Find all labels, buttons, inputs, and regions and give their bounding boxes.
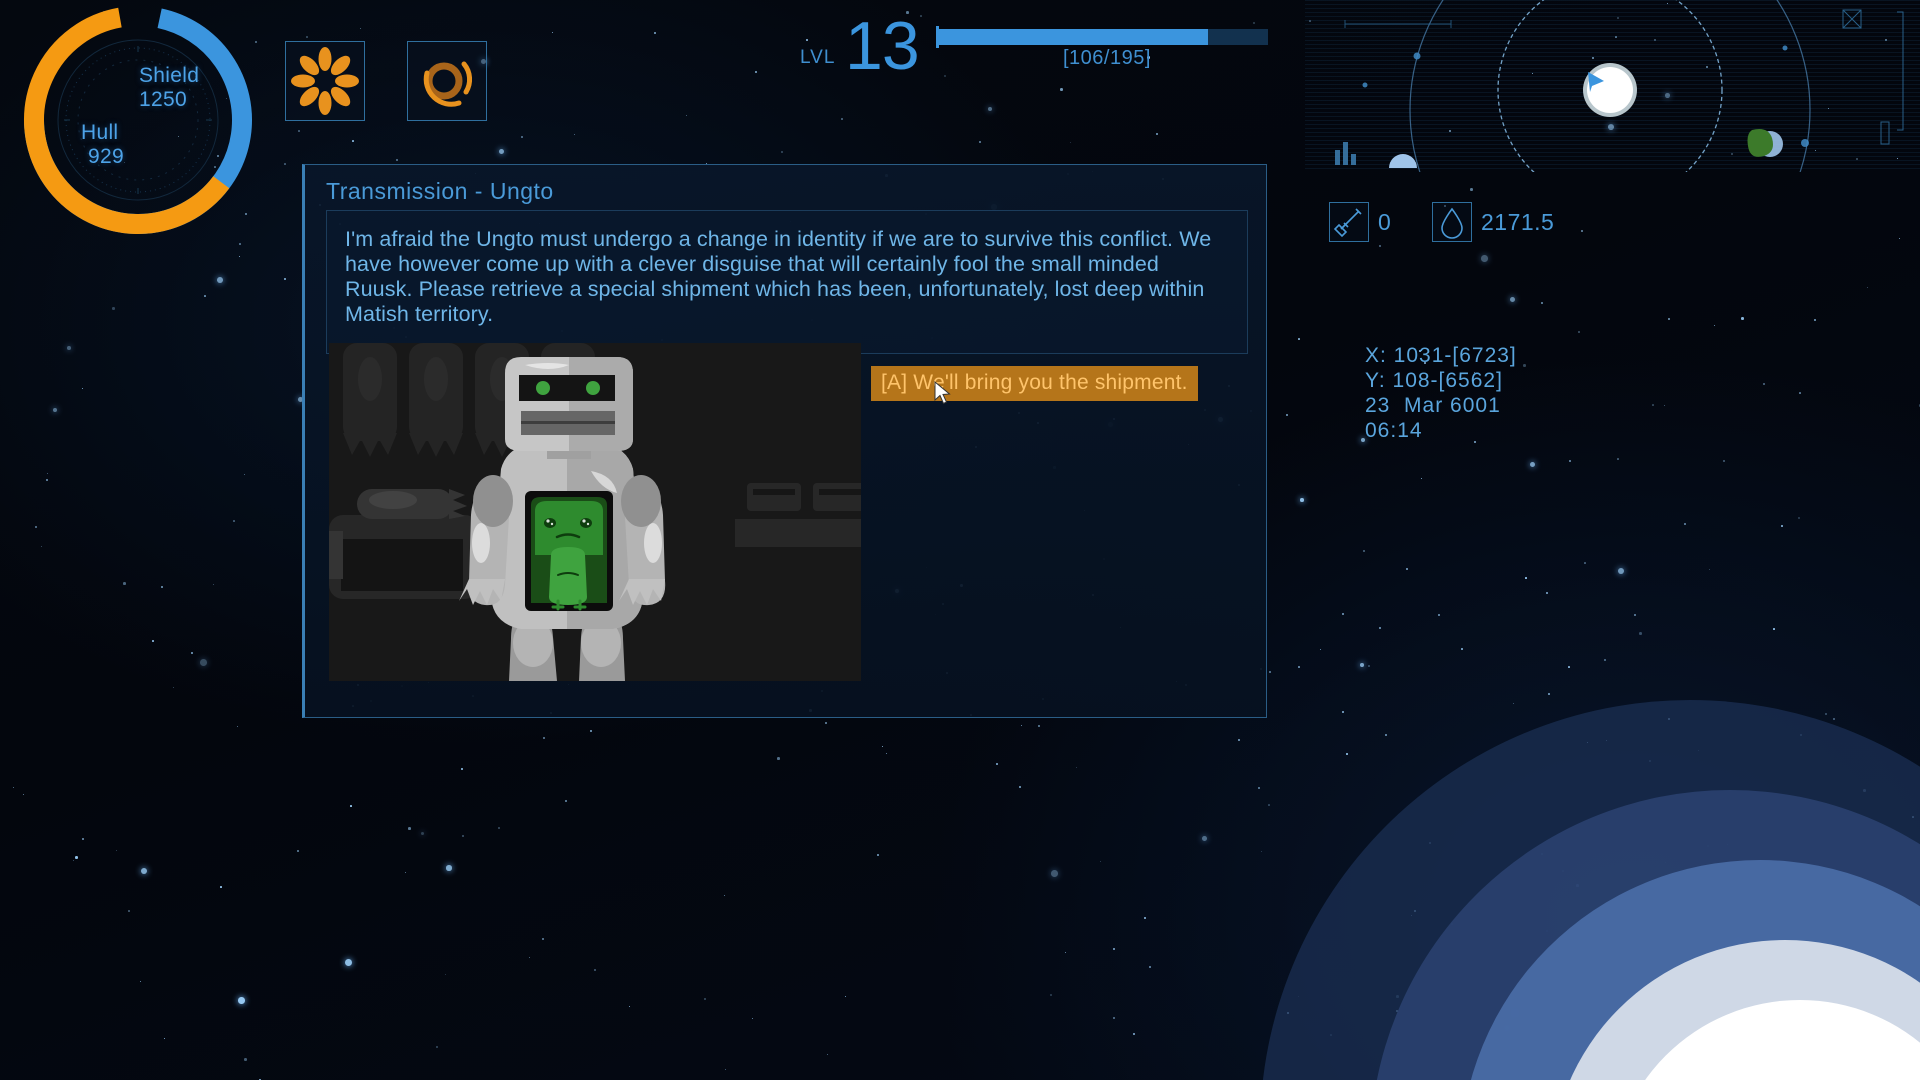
- coord-x: X: 1031-[6723]: [1365, 344, 1517, 367]
- coord-y: Y: 108-[6562]: [1365, 369, 1503, 392]
- weapon-icon[interactable]: [1329, 202, 1369, 242]
- system-radar[interactable]: [1305, 0, 1920, 172]
- dialog-reply-option[interactable]: [A] We'll bring you the shipment.: [871, 366, 1198, 401]
- level-value: 13: [845, 8, 920, 84]
- hull-shield-gauge: Shield 1250 Hull 929: [18, 0, 258, 240]
- dialog-body-text: I'm afraid the Ungto must undergo a chan…: [345, 227, 1212, 326]
- game-screen: Shield 1250 Hull 929 LVL 13 [106/195] 0 …: [0, 0, 1920, 1080]
- dialog-body-panel: I'm afraid the Ungto must undergo a chan…: [326, 210, 1248, 354]
- weapon-value: 0: [1378, 209, 1392, 235]
- hull-label: Hull: [81, 121, 119, 144]
- xp-bar: [936, 26, 1268, 48]
- xp-bar-fill: [936, 29, 1209, 45]
- dialog-title: Transmission - Ungto: [326, 178, 554, 204]
- shield-label: Shield: [139, 64, 200, 87]
- xp-text: [106/195]: [1063, 47, 1151, 69]
- coord-time: 06:14: [1365, 419, 1423, 442]
- burst-icon[interactable]: [285, 41, 365, 121]
- spiral-icon[interactable]: [407, 41, 487, 121]
- transmission-dialog: Transmission - Ungto I'm afraid the Ungt…: [302, 164, 1267, 718]
- shield-value: 1250: [139, 88, 187, 111]
- hull-value: 929: [88, 145, 124, 168]
- fuel-icon[interactable]: [1432, 202, 1472, 242]
- coordinates-readout: X: 1031-[6723] Y: 108-[6562] 23 Mar 6001…: [1365, 343, 1517, 443]
- coord-date: 23 Mar 6001: [1365, 394, 1501, 417]
- mouse-cursor: [934, 380, 954, 407]
- level-label: LVL: [800, 47, 836, 68]
- ungto-robot-suit-portrait: [329, 343, 861, 681]
- fuel-value: 2171.5: [1481, 209, 1555, 235]
